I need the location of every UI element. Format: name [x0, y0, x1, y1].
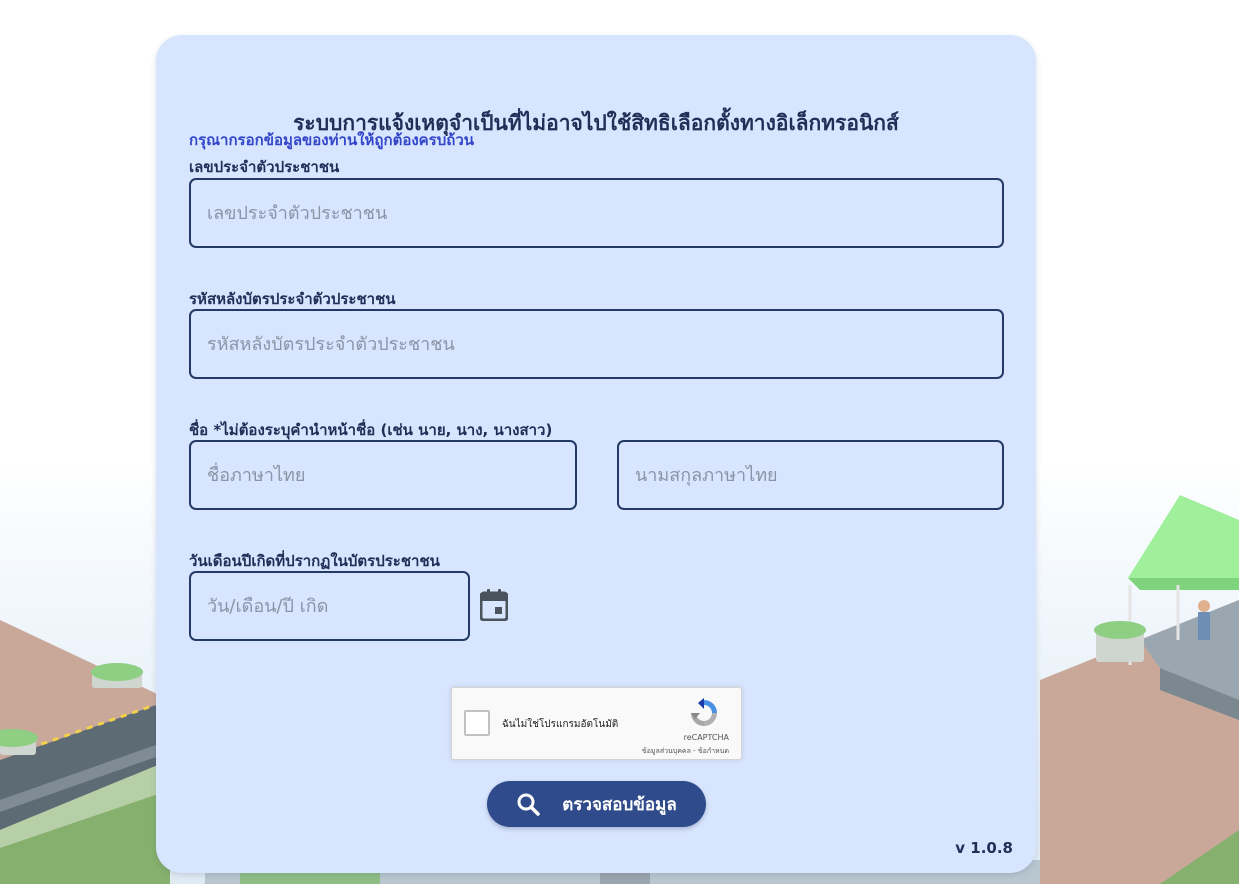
citizen-id-label: เลขประจำตัวประชาชน: [189, 158, 340, 176]
last-name-input[interactable]: [617, 440, 1004, 510]
recaptcha-privacy-link[interactable]: ข้อมูลส่วนบุคคล: [642, 747, 691, 755]
check-info-button-label: ตรวจสอบข้อมูล: [562, 794, 677, 815]
recaptcha-widget: ฉันไม่ใช่โปรแกรมอัตโนมัติ reCAPTCHA ข้อม…: [451, 687, 742, 760]
calendar-icon-graphic: [480, 589, 508, 621]
recaptcha-link-separator: -: [690, 747, 698, 755]
birth-date-input[interactable]: [189, 571, 470, 641]
first-name-input[interactable]: [189, 440, 577, 510]
recaptcha-brand: reCAPTCHA: [683, 733, 729, 742]
check-info-button[interactable]: ตรวจสอบข้อมูล: [487, 781, 706, 827]
name-label: ชื่อ *ไม่ต้องระบุคำนำหน้าชื่อ (เช่น นาย,…: [189, 421, 553, 439]
search-icon: [517, 793, 540, 816]
laser-code-input[interactable]: [189, 309, 1004, 379]
recaptcha-terms-link[interactable]: ข้อกำหนด: [698, 747, 729, 755]
recaptcha-logo-icon: [691, 698, 717, 726]
form-hint: กรุณากรอกข้อมูลของท่านให้ถูกต้องครบถ้วน: [189, 131, 475, 149]
citizen-id-input[interactable]: [189, 178, 1004, 248]
laser-code-label: รหัสหลังบัตรประจำตัวประชาชน: [189, 290, 396, 308]
recaptcha-checkbox[interactable]: [464, 710, 490, 736]
calendar-icon[interactable]: [477, 586, 511, 624]
recaptcha-label: ฉันไม่ใช่โปรแกรมอัตโนมัติ: [502, 719, 619, 730]
birth-date-label: วันเดือนปีเกิดที่ปรากฏในบัตรประชาชน: [189, 552, 440, 570]
version-label: v 1.0.8: [955, 839, 1013, 857]
recaptcha-links: ข้อมูลส่วนบุคคล - ข้อกำหนด: [642, 746, 729, 757]
